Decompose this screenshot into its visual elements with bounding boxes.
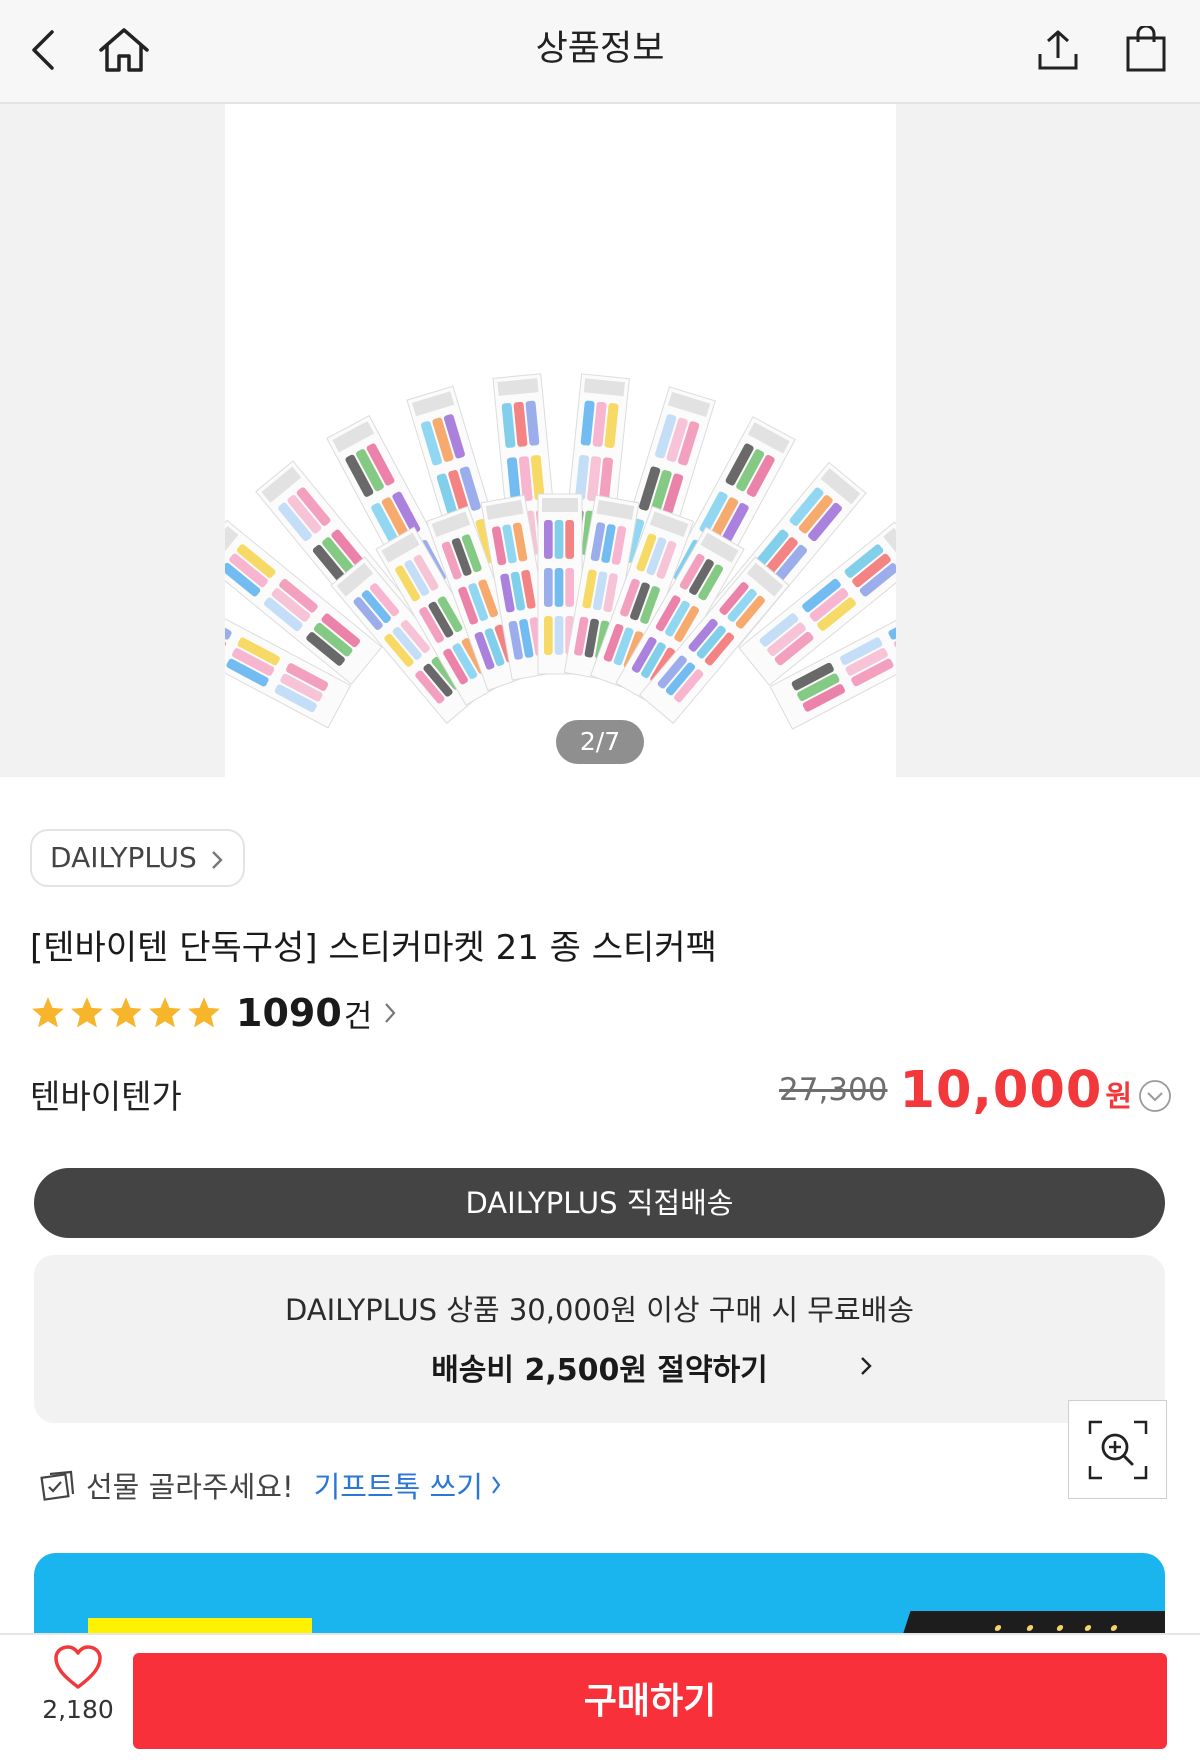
back-icon[interactable] [12, 18, 76, 82]
chevron-down-circle-icon[interactable] [1138, 1079, 1172, 1113]
wishlist-count: 2,180 [42, 1695, 114, 1724]
share-icon[interactable] [1026, 18, 1090, 82]
brand-chip[interactable]: DAILYPLUS [30, 829, 245, 887]
star-rating [30, 995, 222, 1031]
free-shipping-text: DAILYPLUS 상품 30,000원 이상 구매 시 무료배송 [284, 1293, 914, 1327]
chevron-right-icon [211, 851, 223, 869]
chevron-right-icon [861, 1357, 872, 1375]
product-image-gallery[interactable]: 2/7 [0, 104, 1200, 777]
star-icon [32, 997, 64, 1028]
page-title: 상품정보 [535, 29, 665, 69]
chevron-right-icon [492, 1476, 501, 1494]
gift-talk-link[interactable]: 기프트톡 쓰기 [314, 1464, 483, 1506]
buy-button[interactable]: 구매하기 [133, 1653, 1167, 1749]
price-block: 27,300 10,000 원 [779, 1055, 1172, 1125]
rating-row[interactable]: 1090 건 [30, 985, 396, 1041]
sticker-sheets-illustration [225, 373, 896, 730]
currency-unit: 원 [1105, 1079, 1132, 1113]
bottom-action-bar: 2,180 구매하기 [0, 1633, 1200, 1763]
direct-shipping-badge: DAILYPLUS 직접배송 [34, 1168, 1165, 1238]
save-shipping-link[interactable]: 배송비 2,500원 절약하기 [34, 1345, 1165, 1389]
review-unit: 건 [343, 998, 373, 1035]
top-navigation-bar: 상품정보 [0, 0, 1200, 104]
review-count: 1090 [236, 991, 342, 1035]
star-icon [110, 997, 142, 1028]
product-image[interactable] [225, 104, 896, 777]
zoom-in-icon [1088, 1420, 1147, 1479]
star-icon [149, 997, 181, 1028]
star-icon [188, 997, 220, 1028]
home-icon[interactable] [92, 18, 156, 82]
sale-price: 10,000 [899, 1060, 1103, 1120]
star-icon [71, 997, 103, 1028]
product-title: [텐바이텐 단독구성] 스티커마켓 21 종 스티커팩 [30, 928, 717, 968]
chevron-right-icon [385, 1003, 396, 1023]
zoom-button[interactable] [1068, 1400, 1167, 1499]
gift-row: 선물 골라주세요! 기프트톡 쓰기 [40, 1462, 501, 1508]
heart-icon [54, 1645, 102, 1689]
gift-prompt: 선물 골라주세요! [86, 1470, 294, 1504]
wishlist-button[interactable]: 2,180 [28, 1643, 128, 1753]
brand-name: DAILYPLUS [50, 841, 197, 874]
free-shipping-panel[interactable]: DAILYPLUS 상품 30,000원 이상 구매 시 무료배송 배송비 2,… [34, 1255, 1165, 1423]
price-label: 텐바이텐가 [30, 1077, 182, 1116]
shopping-bag-icon[interactable] [1114, 18, 1178, 82]
image-page-indicator: 2/7 [556, 720, 644, 764]
original-price: 27,300 [779, 1072, 888, 1108]
gift-card-icon [40, 1470, 75, 1501]
